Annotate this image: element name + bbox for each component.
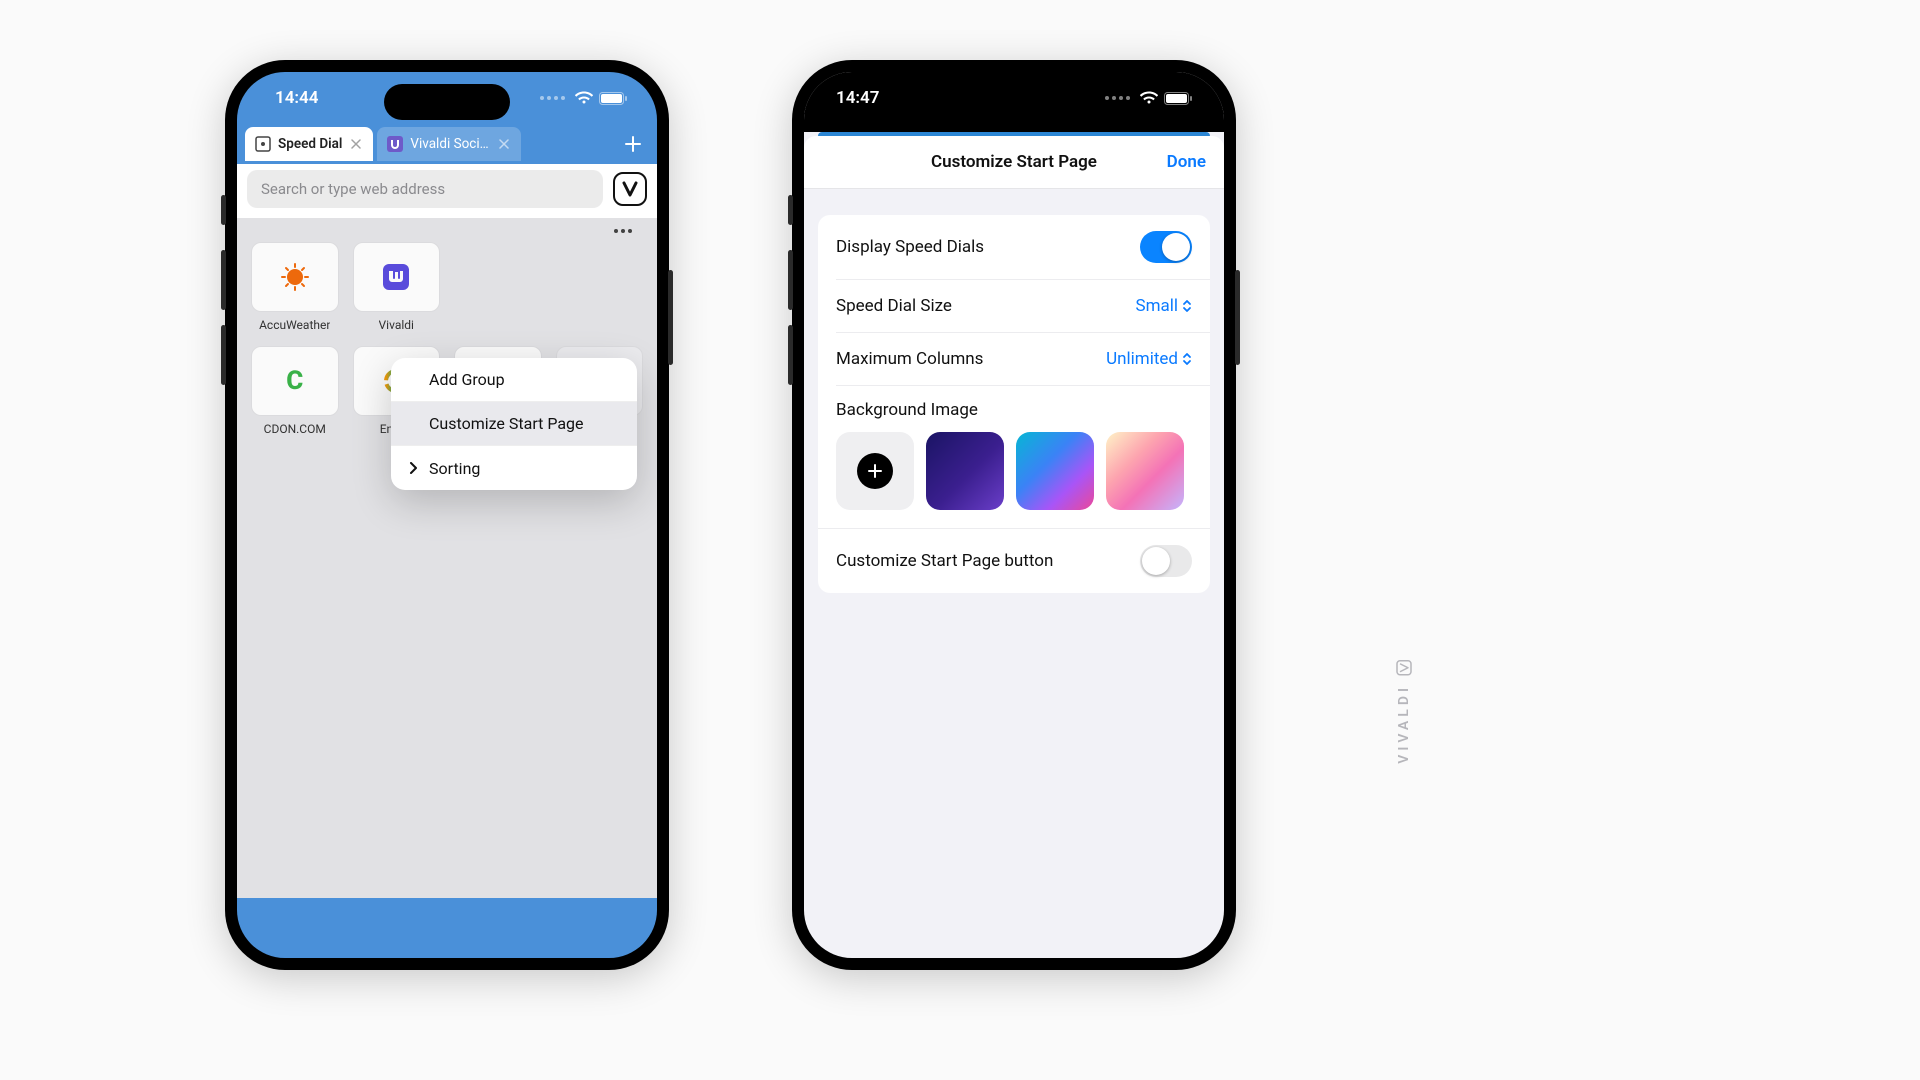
background-option[interactable] xyxy=(926,432,1004,510)
plus-icon xyxy=(623,134,643,154)
toggle-display-speed-dials[interactable] xyxy=(1140,231,1192,263)
address-placeholder: Search or type web address xyxy=(261,180,445,198)
plus-icon xyxy=(867,463,883,479)
vivaldi-social-icon xyxy=(387,136,403,152)
volume-down-button xyxy=(221,325,226,385)
setting-label: Display Speed Dials xyxy=(836,237,984,257)
context-menu: Add Group Customize Start Page Sorting xyxy=(391,358,637,490)
menu-item-label: Customize Start Page xyxy=(429,414,584,433)
setting-row-customize-button: Customize Start Page button xyxy=(818,529,1210,593)
side-button xyxy=(221,195,226,225)
setting-row-speed-dial-size[interactable]: Speed Dial Size Small xyxy=(818,280,1210,332)
menu-item-label: Sorting xyxy=(429,459,480,478)
volume-up-button xyxy=(788,250,793,310)
side-button xyxy=(788,195,793,225)
battery-icon xyxy=(599,92,627,105)
menu-item-label: Add Group xyxy=(429,370,505,389)
setting-label: Speed Dial Size xyxy=(836,296,952,316)
setting-row-display-speed-dials: Display Speed Dials xyxy=(818,215,1210,279)
wifi-icon xyxy=(575,91,593,105)
battery-icon xyxy=(1164,92,1192,105)
setting-value: Small xyxy=(1135,296,1178,316)
vivaldi-watermark: VIVALDI xyxy=(1396,660,1412,764)
menu-item-add-group[interactable]: Add Group xyxy=(391,358,637,402)
phone-device-left: 14:44 Speed Dial Vivaldi Socia... xyxy=(225,60,669,970)
address-bar[interactable]: Search or type web address xyxy=(247,170,603,208)
close-icon[interactable] xyxy=(497,137,511,151)
setting-row-max-columns[interactable]: Maximum Columns Unlimited xyxy=(818,333,1210,385)
power-button xyxy=(668,270,673,365)
volume-up-button xyxy=(221,250,226,310)
vivaldi-menu-button[interactable] xyxy=(613,172,647,206)
select-arrows-icon xyxy=(1182,352,1192,366)
setting-label: Maximum Columns xyxy=(836,349,983,369)
toggle-customize-button[interactable] xyxy=(1140,545,1192,577)
phone-device-right: 14:47 Customize Start Page Done xyxy=(792,60,1236,970)
sheet-title: Customize Start Page xyxy=(931,152,1097,172)
setting-row-background-image: Background Image xyxy=(818,386,1210,528)
modal-overlay[interactable] xyxy=(237,218,657,898)
vivaldi-icon xyxy=(1396,660,1412,676)
cellular-icon xyxy=(540,96,565,100)
tab-strip: Speed Dial Vivaldi Socia... xyxy=(237,124,657,164)
status-time: 14:47 xyxy=(836,88,879,108)
vivaldi-icon xyxy=(621,180,639,198)
tab-active[interactable]: Speed Dial xyxy=(245,127,373,161)
setting-label: Background Image xyxy=(836,400,1192,420)
new-tab-button[interactable] xyxy=(617,128,649,160)
cellular-icon xyxy=(1105,96,1130,100)
done-button[interactable]: Done xyxy=(1167,152,1206,172)
background-option[interactable] xyxy=(1106,432,1184,510)
tab-title: Vivaldi Socia... xyxy=(410,136,490,152)
menu-item-sorting[interactable]: Sorting xyxy=(391,446,637,490)
add-background-button[interactable] xyxy=(836,432,914,510)
speed-dial-icon xyxy=(255,136,271,152)
power-button xyxy=(1235,270,1240,365)
sheet-header: Customize Start Page Done xyxy=(804,136,1224,188)
tab-inactive[interactable]: Vivaldi Socia... xyxy=(377,127,521,161)
tab-title: Speed Dial xyxy=(278,136,342,152)
settings-card: Display Speed Dials Speed Dial Size Smal… xyxy=(818,215,1210,593)
background-option[interactable] xyxy=(1016,432,1094,510)
dynamic-island xyxy=(384,84,510,120)
volume-down-button xyxy=(788,325,793,385)
status-time: 14:44 xyxy=(275,88,318,108)
chevron-right-icon xyxy=(409,462,419,474)
setting-label: Customize Start Page button xyxy=(836,551,1053,571)
select-arrows-icon xyxy=(1182,299,1192,313)
menu-item-customize[interactable]: Customize Start Page xyxy=(391,402,637,446)
setting-value: Unlimited xyxy=(1106,349,1178,369)
dynamic-island xyxy=(951,84,1077,120)
wifi-icon xyxy=(1140,91,1158,105)
watermark-text: VIVALDI xyxy=(1396,684,1412,764)
close-icon[interactable] xyxy=(349,137,363,151)
